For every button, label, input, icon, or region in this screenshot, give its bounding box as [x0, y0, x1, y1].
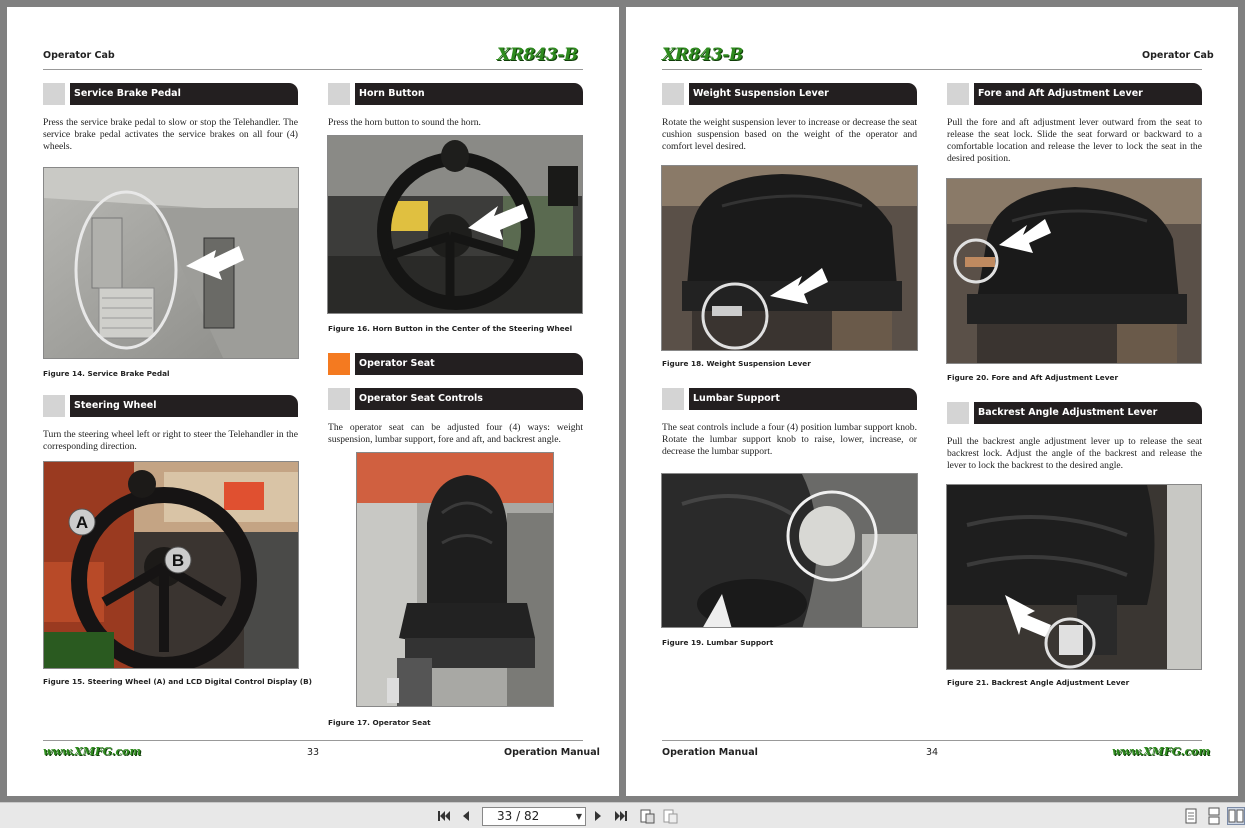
- fore-aft-text: Pull the fore and aft adjustment lever o…: [947, 117, 1202, 164]
- label-a: A: [76, 513, 88, 532]
- lumbar-text: The seat controls include a four (4) pos…: [662, 422, 917, 457]
- footer-manual-title: Operation Manual: [504, 747, 600, 758]
- single-page-icon[interactable]: [1183, 807, 1199, 825]
- backrest-photo: [946, 484, 1202, 670]
- horn-photo: [327, 135, 583, 314]
- lumbar-support-photo: [661, 473, 918, 628]
- section-title: Backrest Angle Adjustment Lever: [974, 402, 1202, 424]
- operator-seat-photo: [356, 452, 554, 707]
- two-page-icon[interactable]: [1227, 807, 1245, 825]
- weight-suspension-photo: [661, 165, 918, 351]
- section-marker: [662, 388, 684, 410]
- footer-rule: [662, 740, 1202, 741]
- section-heading-weight-suspension: Weight Suspension Lever: [662, 83, 917, 105]
- xmfg-site-logo: www.XMFG.com: [43, 745, 142, 758]
- continuous-icon[interactable]: [1206, 807, 1222, 825]
- page-header-title: Operator Cab: [43, 50, 115, 61]
- figure-15-caption: Figure 15. Steering Wheel (A) and LCD Di…: [43, 677, 312, 686]
- section-heading-steering-wheel: Steering Wheel: [43, 395, 298, 417]
- figure-18-caption: Figure 18. Weight Suspension Lever: [662, 359, 811, 368]
- xmfg-site-logo: www.XMFG.com: [1112, 745, 1211, 758]
- section-heading-operator-seat: Operator Seat: [328, 353, 583, 375]
- section-marker-orange: [328, 353, 350, 375]
- service-brake-text: Press the service brake pedal to slow or…: [43, 117, 298, 152]
- figure-17-caption: Figure 17. Operator Seat: [328, 718, 431, 727]
- page-indicator: 33 / 82: [497, 809, 540, 823]
- last-page-icon[interactable]: [613, 807, 629, 825]
- section-marker: [43, 395, 65, 417]
- section-title: Fore and Aft Adjustment Lever: [974, 83, 1202, 105]
- figure-20-caption: Figure 20. Fore and Aft Adjustment Lever: [947, 373, 1119, 382]
- section-title: Operator Seat Controls: [355, 388, 583, 410]
- steering-wheel-text: Turn the steering wheel left or right to…: [43, 429, 298, 452]
- section-marker: [947, 83, 969, 105]
- section-heading-service-brake: Service Brake Pedal: [43, 83, 298, 105]
- header-rule: [43, 69, 583, 70]
- next-page-icon[interactable]: [591, 807, 605, 825]
- chevron-down-icon: ▼: [575, 812, 582, 821]
- weight-suspension-text: Rotate the weight suspension lever to in…: [662, 117, 917, 152]
- seat-controls-text: The operator seat can be adjusted four (…: [328, 422, 583, 445]
- section-title: Lumbar Support: [689, 388, 917, 410]
- section-title: Steering Wheel: [70, 395, 298, 417]
- footer-rule: [43, 740, 583, 741]
- section-title: Operator Seat: [355, 353, 583, 375]
- page-number: 33: [307, 747, 320, 758]
- section-marker: [328, 83, 350, 105]
- fit-width-icon[interactable]: [661, 807, 679, 825]
- label-b: B: [172, 551, 184, 570]
- xr843b-logo: XR843-B: [662, 45, 743, 65]
- horn-text: Press the horn button to sound the horn.: [328, 117, 481, 128]
- xr843b-logo: XR843-B: [497, 45, 578, 65]
- first-page-icon[interactable]: [436, 807, 452, 825]
- figure-16-caption: Figure 16. Horn Button in the Center of …: [328, 324, 573, 333]
- left-page: Operator Cab XR843-B Service Brake Pedal…: [7, 7, 619, 796]
- fit-page-icon[interactable]: [638, 807, 656, 825]
- section-marker: [43, 83, 65, 105]
- section-marker: [947, 402, 969, 424]
- section-heading-backrest: Backrest Angle Adjustment Lever: [947, 402, 1202, 424]
- backrest-text: Pull the backrest angle adjustment lever…: [947, 436, 1202, 471]
- figure-21-caption: Figure 21. Backrest Angle Adjustment Lev…: [947, 678, 1130, 687]
- section-title: Service Brake Pedal: [70, 83, 298, 105]
- section-heading-horn: Horn Button: [328, 83, 583, 105]
- right-page: XR843-B Operator Cab Weight Suspension L…: [626, 7, 1238, 796]
- section-heading-seat-controls: Operator Seat Controls: [328, 388, 583, 410]
- page-number: 34: [926, 747, 939, 758]
- viewer-toolbar: 33 / 82 ▼: [0, 802, 1245, 828]
- section-heading-lumbar: Lumbar Support: [662, 388, 917, 410]
- prev-page-icon[interactable]: [459, 807, 473, 825]
- service-brake-photo: [43, 167, 299, 359]
- figure-19-caption: Figure 19. Lumbar Support: [662, 638, 774, 647]
- section-title: Horn Button: [355, 83, 583, 105]
- section-marker: [328, 388, 350, 410]
- fore-aft-photo: [946, 178, 1202, 364]
- section-title: Weight Suspension Lever: [689, 83, 917, 105]
- footer-manual-title: Operation Manual: [662, 747, 758, 758]
- page-header-title: Operator Cab: [1142, 50, 1214, 61]
- figure-14-caption: Figure 14. Service Brake Pedal: [43, 369, 170, 378]
- page-number-select[interactable]: 33 / 82 ▼: [482, 807, 586, 826]
- section-heading-fore-aft: Fore and Aft Adjustment Lever: [947, 83, 1202, 105]
- header-rule: [662, 69, 1202, 70]
- section-marker: [662, 83, 684, 105]
- steering-wheel-photo: A B: [43, 461, 299, 669]
